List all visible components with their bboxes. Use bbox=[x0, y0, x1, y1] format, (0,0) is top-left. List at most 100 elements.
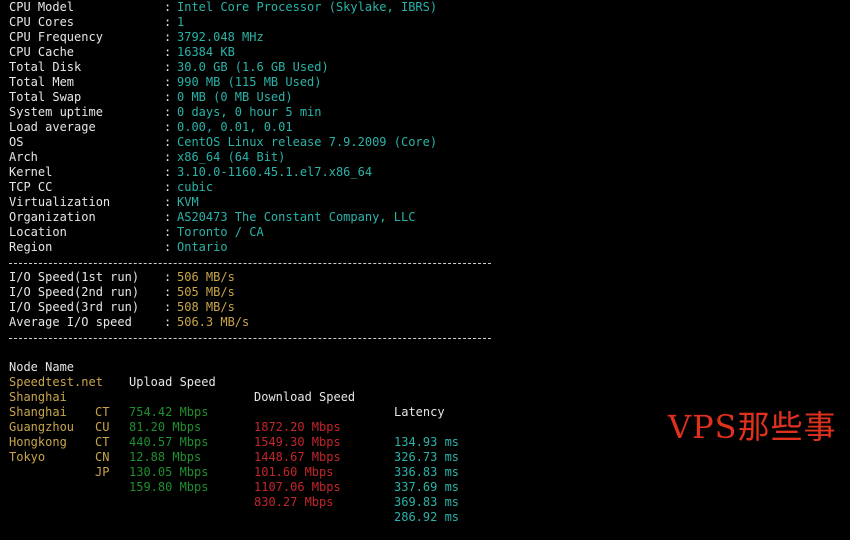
colon: : bbox=[164, 120, 172, 134]
sysinfo-value: AS20473 The Constant Company, LLC bbox=[177, 210, 416, 224]
sysinfo-value: cubic bbox=[177, 180, 214, 194]
sysinfo-key: Total Mem bbox=[9, 75, 75, 89]
colon: : bbox=[164, 195, 172, 209]
io-key: I/O Speed(2nd run) bbox=[9, 285, 140, 299]
colon: : bbox=[164, 225, 172, 239]
sysinfo-key: Organization bbox=[9, 210, 96, 224]
isp-code: CU bbox=[95, 420, 110, 434]
isp-code: CT bbox=[95, 405, 110, 419]
sysinfo-value: 0 MB (0 MB Used) bbox=[177, 90, 293, 104]
io-value: 506 MB/s bbox=[177, 270, 235, 284]
table-header: Node Name Upload Speed Download Speed La… bbox=[9, 345, 445, 419]
colon: : bbox=[164, 210, 172, 224]
sysinfo-key: Total Swap bbox=[9, 90, 82, 104]
io-value: 505 MB/s bbox=[177, 285, 235, 299]
sysinfo-key: Load average bbox=[9, 120, 96, 134]
table-row: Speedtest.net 754.42 Mbps 1872.20 Mbps 1… bbox=[9, 360, 459, 449]
download-speed: 1872.20 Mbps bbox=[254, 420, 341, 434]
sysinfo-key: Arch bbox=[9, 150, 38, 164]
sysinfo-value: Ontario bbox=[177, 240, 228, 254]
colon: : bbox=[164, 75, 172, 89]
sysinfo-value: 16384 KB bbox=[177, 45, 235, 59]
upload-speed: 440.57 Mbps bbox=[129, 435, 209, 449]
sysinfo-key: Location bbox=[9, 225, 67, 239]
isp-code: CN bbox=[95, 450, 110, 464]
sysinfo-value: 990 MB (115 MB Used) bbox=[177, 75, 322, 89]
sysinfo-value: 0 days, 0 hour 5 min bbox=[177, 105, 322, 119]
sysinfo-value: CentOS Linux release 7.9.2009 (Core) bbox=[177, 135, 438, 149]
colon: : bbox=[164, 30, 172, 44]
sysinfo-value: x86_64 (64 Bit) bbox=[177, 150, 286, 164]
colon: : bbox=[164, 285, 172, 299]
upload-speed: 754.42 Mbps bbox=[129, 405, 209, 419]
latency: 369.83 ms bbox=[394, 495, 460, 509]
sysinfo-key: CPU Cache bbox=[9, 45, 75, 59]
sysinfo-key: OS bbox=[9, 135, 24, 149]
colon: : bbox=[164, 135, 172, 149]
colon: : bbox=[164, 0, 172, 14]
latency: 134.93 ms bbox=[394, 435, 460, 449]
upload-speed: 130.05 Mbps bbox=[129, 465, 209, 479]
sysinfo-value: 3.10.0-1160.45.1.el7.x86_64 bbox=[177, 165, 373, 179]
watermark-text: VPS那些事 bbox=[668, 408, 837, 446]
latency: 326.73 ms bbox=[394, 450, 460, 464]
colon: : bbox=[164, 165, 172, 179]
sysinfo-key: System uptime bbox=[9, 105, 103, 119]
sysinfo-value: 1 bbox=[177, 15, 185, 29]
latency: 336.83 ms bbox=[394, 465, 460, 479]
colon: : bbox=[164, 45, 172, 59]
sysinfo-key: Kernel bbox=[9, 165, 53, 179]
io-key: I/O Speed(3rd run) bbox=[9, 300, 140, 314]
dashed-divider bbox=[9, 263, 491, 264]
download-speed: 830.27 Mbps bbox=[254, 495, 334, 509]
isp-code: JP bbox=[95, 465, 110, 479]
io-key: Average I/O speed bbox=[9, 315, 132, 329]
isp-code: CT bbox=[95, 435, 110, 449]
table-row: Shanghai CU 440.57 Mbps 1448.67 Mbps 336… bbox=[9, 390, 459, 479]
dashed-divider bbox=[9, 338, 491, 339]
colon: : bbox=[164, 105, 172, 119]
sysinfo-value: KVM bbox=[177, 195, 199, 209]
colon: : bbox=[164, 240, 172, 254]
io-key: I/O Speed(1st run) bbox=[9, 270, 140, 284]
sysinfo-value: 30.0 GB (1.6 GB Used) bbox=[177, 60, 329, 74]
table-row: Shanghai CT 81.20 Mbps 1549.30 Mbps 326.… bbox=[9, 375, 459, 464]
upload-speed: 12.88 Mbps bbox=[129, 450, 202, 464]
upload-speed: 81.20 Mbps bbox=[129, 420, 202, 434]
sysinfo-key: CPU Model bbox=[9, 0, 75, 14]
sysinfo-key: CPU Frequency bbox=[9, 30, 103, 44]
upload-speed: 159.80 Mbps bbox=[129, 480, 209, 494]
download-speed: 1107.06 Mbps bbox=[254, 480, 341, 494]
sysinfo-value: 3792.048 MHz bbox=[177, 30, 264, 44]
sysinfo-key: Virtualization bbox=[9, 195, 111, 209]
latency: 286.92 ms bbox=[394, 510, 460, 524]
node-name: Tokyo bbox=[9, 450, 46, 464]
sysinfo-key: Region bbox=[9, 240, 53, 254]
download-speed: 1549.30 Mbps bbox=[254, 435, 341, 449]
table-row: Guangzhou CT 12.88 Mbps 101.60 Mbps 337.… bbox=[9, 405, 459, 494]
latency: 337.69 ms bbox=[394, 480, 460, 494]
sysinfo-key: TCP CC bbox=[9, 180, 53, 194]
header-download: Download Speed bbox=[254, 390, 356, 404]
colon: : bbox=[164, 270, 172, 284]
colon: : bbox=[164, 180, 172, 194]
colon: : bbox=[164, 315, 172, 329]
colon: : bbox=[164, 90, 172, 104]
terminal-window: CPU Model: Intel Core Processor (Skylake,… bbox=[0, 0, 850, 524]
io-value: 508 MB/s bbox=[177, 300, 235, 314]
header-latency: Latency bbox=[394, 405, 445, 419]
sysinfo-value: 0.00, 0.01, 0.01 bbox=[177, 120, 293, 134]
colon: : bbox=[164, 60, 172, 74]
table-row: Tokyo JP 159.80 Mbps 830.27 Mbps 286.92 … bbox=[9, 435, 459, 524]
sysinfo-value: Toronto / CA bbox=[177, 225, 264, 239]
sysinfo-value: Intel Core Processor (Skylake, IBRS) bbox=[177, 0, 438, 14]
header-upload: Upload Speed bbox=[129, 375, 216, 389]
download-speed: 101.60 Mbps bbox=[254, 465, 334, 479]
colon: : bbox=[164, 150, 172, 164]
download-speed: 1448.67 Mbps bbox=[254, 450, 341, 464]
io-value: 506.3 MB/s bbox=[177, 315, 250, 329]
colon: : bbox=[164, 300, 172, 314]
table-row: Hongkong CN 130.05 Mbps 1107.06 Mbps 369… bbox=[9, 420, 459, 509]
sysinfo-key: Total Disk bbox=[9, 60, 82, 74]
sysinfo-key: CPU Cores bbox=[9, 15, 75, 29]
